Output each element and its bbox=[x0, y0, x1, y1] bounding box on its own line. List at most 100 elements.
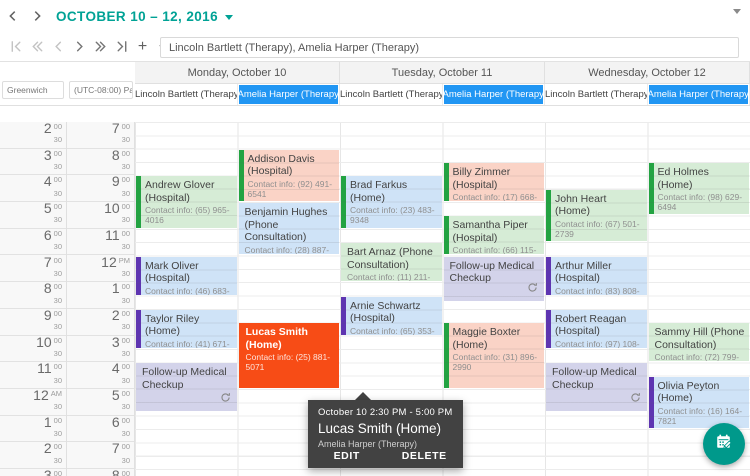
resource-header[interactable]: Amelia Harper (Therapy) bbox=[237, 84, 340, 105]
appointment[interactable]: Andrew Glover (Hospital) Contact info: (6… bbox=[136, 176, 237, 228]
resource-header[interactable]: Amelia Harper (Therapy) bbox=[647, 84, 750, 105]
zoom-in-icon[interactable]: + bbox=[132, 35, 153, 59]
appointment-tooltip: October 10 2:30 PM - 5:00 PM Lucas Smith… bbox=[308, 400, 463, 468]
time-cell: 1 00 30 bbox=[0, 415, 66, 443]
appointment[interactable]: Samantha Piper (Hospital) Contact info: (… bbox=[443, 216, 544, 255]
time-cell: 6 00 30 bbox=[0, 228, 66, 256]
appointment-accent-bar bbox=[341, 296, 346, 335]
time-cell: 7 00 30 bbox=[67, 122, 134, 149]
appointment[interactable]: Maggie Boxter (Home) Contact info: (31) 8… bbox=[443, 323, 544, 388]
appointment[interactable]: Follow-up Medical Checkup bbox=[136, 363, 237, 412]
appointment[interactable]: Robert Reagan (Hospital) Contact info: (9… bbox=[546, 309, 647, 348]
tooltip-buttons: EDIT DELETE bbox=[308, 443, 463, 468]
edit-button[interactable]: EDIT bbox=[308, 443, 386, 468]
time-cell: 12 PM 30 bbox=[67, 255, 134, 283]
appointment[interactable]: Ed Holmes (Home) Contact info: (98) 629-6… bbox=[648, 163, 749, 215]
appointment-title: John Heart (Home) bbox=[555, 192, 607, 218]
tooltip-arrow bbox=[355, 392, 371, 400]
nav-next-icon[interactable] bbox=[69, 35, 90, 59]
appointment-contact: Contact info: (41) 671-9633 bbox=[145, 338, 230, 348]
appointment-title: Brad Farkus (Home) bbox=[350, 179, 408, 204]
time-cell: 30030 bbox=[0, 468, 66, 476]
add-appointment-fab[interactable] bbox=[703, 423, 745, 465]
appointment-title: Andrew Glover (Hospital) bbox=[145, 179, 215, 204]
appointment-accent-bar bbox=[136, 256, 141, 295]
appointment[interactable]: Arthur Miller (Hospital) Contact info: (8… bbox=[546, 256, 647, 295]
appointment[interactable]: Lucas Smith (Home) Contact info: (25) 881… bbox=[238, 323, 339, 388]
resource-header[interactable]: Lincoln Bartlett (Therapy) bbox=[340, 84, 443, 105]
edit-calendar-icon bbox=[714, 432, 734, 457]
appointment-contact: Contact info: (67) 501-2739 bbox=[555, 218, 640, 239]
time-cell: 2 00 30 bbox=[0, 122, 66, 149]
appointment[interactable]: Brad Farkus (Home) Contact info: (23) 483… bbox=[341, 176, 442, 228]
prev-chevron-icon[interactable] bbox=[2, 5, 24, 27]
appointment-title: Taylor Riley (Home) bbox=[145, 312, 200, 338]
appointment[interactable]: Sammy Hill (Phone Consultation) Contact i… bbox=[648, 323, 749, 362]
appointment-title: Mark Oliver (Hospital) bbox=[145, 259, 199, 285]
appointment-accent-bar bbox=[238, 149, 244, 202]
appointment-contact: Contact info: (66) 115-7496 bbox=[452, 245, 537, 255]
resource-header[interactable]: Lincoln Bartlett (Therapy) bbox=[545, 84, 648, 105]
appointment-title: Samantha Piper (Hospital) bbox=[452, 219, 528, 244]
appointment-accent-bar bbox=[341, 176, 346, 228]
nav-last-icon[interactable] bbox=[111, 35, 132, 59]
delete-button[interactable]: DELETE bbox=[386, 443, 464, 468]
resource-header[interactable]: Amelia Harper (Therapy) bbox=[442, 84, 545, 105]
caret-down-icon[interactable] bbox=[224, 14, 233, 24]
time-cell: 10 00 30 bbox=[0, 335, 66, 363]
appointment-contact: Contact info: (25) 881-5071 bbox=[245, 352, 331, 373]
tooltip-title: Lucas Smith (Home) bbox=[318, 421, 442, 436]
nav-icon-group: +− bbox=[6, 35, 174, 59]
time-cell: 9 00 30 bbox=[67, 174, 134, 203]
appointment-contact: Contact info: (97) 108-9815 bbox=[555, 338, 640, 348]
timezone-select-greenwich[interactable]: Greenwich bbox=[2, 81, 64, 99]
time-cell: 80030 bbox=[0, 281, 66, 309]
appointment-accent-bar bbox=[443, 216, 449, 255]
appointment-accent-bar bbox=[443, 323, 449, 388]
day-header-row: Monday, October 10 Tuesday, October 11 Wed… bbox=[135, 62, 750, 84]
appointment-contact: Contact info: (31) 896-2990 bbox=[452, 352, 538, 373]
appointment-contact: Contact info: (65) 353-4435 bbox=[350, 325, 435, 335]
appointment-title: Benjamin Hughes (Phone Consultation) bbox=[244, 206, 328, 244]
recurrence-icon bbox=[630, 390, 641, 408]
appointment[interactable]: Follow-up Medical Checkup bbox=[443, 256, 544, 302]
time-cell: 12 AM 30 bbox=[0, 388, 66, 416]
appointment[interactable]: Bart Arnaz (Phone Consultation) Contact i… bbox=[341, 243, 442, 282]
appointment-contact: Contact info: (65) 965-4016 bbox=[145, 205, 230, 226]
appointment-accent-bar bbox=[648, 163, 654, 215]
next-chevron-icon[interactable] bbox=[26, 5, 48, 27]
date-range-title[interactable]: OCTOBER 10 – 12, 2016 bbox=[56, 9, 218, 24]
appointment[interactable]: Mark Oliver (Hospital) Contact info: (46)… bbox=[136, 256, 237, 295]
appointment[interactable]: Billy Zimmer (Hospital) Contact info: (17… bbox=[443, 163, 544, 202]
time-cell: 9 00 30 bbox=[0, 308, 66, 336]
resource-header-row: Lincoln Bartlett (Therapy) Amelia Harper … bbox=[135, 84, 750, 105]
nav-prev-page-icon[interactable] bbox=[27, 35, 48, 59]
select-caret-icon[interactable] bbox=[733, 9, 741, 18]
timezone-select-pacific[interactable]: (UTC-08:00) Pacific Ti bbox=[69, 81, 133, 99]
nav-next-page-icon[interactable] bbox=[90, 35, 111, 59]
appointment-contact: Contact info: (11) 211-4115 bbox=[347, 272, 431, 282]
appointment[interactable]: Olivia Peyton (Home) Contact info: (16) 1… bbox=[648, 376, 749, 429]
appointment[interactable]: Follow-up Medical Checkup bbox=[546, 363, 647, 412]
appointment[interactable]: John Heart (Home) Contact info: (67) 501-… bbox=[546, 189, 647, 242]
appointment[interactable]: Addison Davis (Hospital) Contact info: (9… bbox=[238, 149, 339, 202]
appointment[interactable]: Arnie Schwartz (Hospital) Contact info: (… bbox=[341, 296, 442, 335]
time-cell: 2 00 30 bbox=[0, 441, 66, 470]
appointment-accent-bar bbox=[546, 256, 551, 295]
day-header-0: Monday, October 10 bbox=[135, 62, 340, 84]
time-cell: 30030 bbox=[0, 148, 66, 176]
resource-header[interactable]: Lincoln Bartlett (Therapy) bbox=[135, 84, 238, 105]
time-cell: 80030 bbox=[67, 148, 134, 176]
appointment-accent-bar bbox=[136, 309, 141, 348]
appointment[interactable]: Benjamin Hughes (Phone Consultation) Cont… bbox=[238, 203, 339, 255]
resource-select[interactable]: Lincoln Bartlett (Therapy), Amelia Harpe… bbox=[160, 37, 739, 58]
nav-prev-icon[interactable] bbox=[48, 35, 69, 59]
nav-first-icon[interactable] bbox=[6, 35, 27, 59]
appointment[interactable]: Taylor Riley (Home) Contact info: (41) 67… bbox=[136, 309, 237, 348]
greenwich-time-column: 2 00 30 3 00 30 4 00 30 5 00 30 6 00 30 7 00 30 8 00 30 9 00 30… bbox=[0, 122, 67, 476]
time-cell: 11 00 30 bbox=[0, 361, 66, 389]
time-cell: 2 00 30 bbox=[67, 308, 134, 336]
all-day-row[interactable] bbox=[0, 106, 750, 122]
time-cell: 7 00 30 bbox=[0, 255, 66, 283]
tooltip-date-range: October 10 2:30 PM - 5:00 PM bbox=[318, 407, 453, 418]
